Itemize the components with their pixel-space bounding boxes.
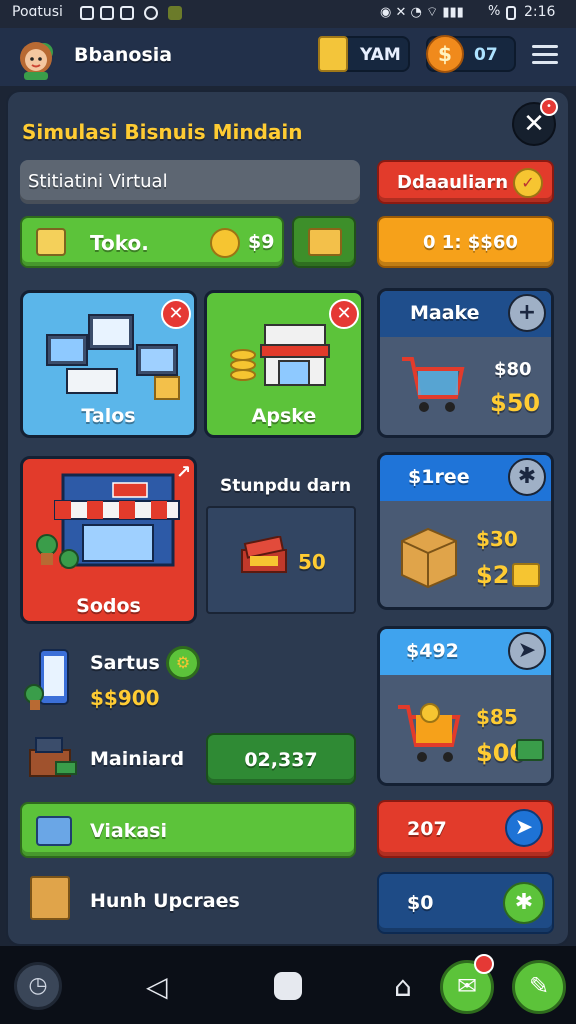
battery-icon — [506, 6, 516, 20]
side-card-price-top: $85 — [476, 705, 518, 729]
cart-icon — [402, 357, 465, 412]
plus-icon[interactable]: + — [508, 294, 546, 332]
shop-illustration — [36, 473, 180, 569]
clock-icon — [144, 6, 158, 20]
cart-coins-icon — [398, 703, 461, 762]
orange-value: 0 1: $$60 — [423, 232, 518, 253]
side-card-price-main: $50 — [490, 389, 541, 417]
side-card-price-top: $80 — [494, 359, 532, 380]
close-icon[interactable]: ✕ — [161, 299, 191, 329]
toko-label: Toko. — [90, 231, 149, 255]
mainiard-value: 02,337 — [244, 749, 318, 771]
notification-icon — [80, 6, 94, 20]
side-card-header: $492 ➤ — [380, 629, 551, 675]
side-red-button[interactable]: 207 ➤ — [377, 800, 554, 858]
side-blue-button[interactable]: $0 ✱ — [377, 872, 554, 934]
arrow-icon[interactable]: ➤ — [508, 632, 546, 670]
nav-bar: ◷ ◁ ⌂ ✉ ✎ — [0, 946, 576, 1024]
side-card-title: Maake — [410, 302, 480, 324]
side-card-title: $1ree — [408, 466, 470, 488]
apske-card[interactable]: Apske ✕ — [204, 290, 364, 438]
gold-bar-icon — [512, 563, 540, 587]
gold-value: YAM — [360, 45, 401, 65]
mainiard-value-box[interactable]: 02,337 — [206, 733, 356, 785]
cash-box-icon — [241, 536, 287, 573]
clock-time: 2:16 — [524, 4, 556, 20]
timer-icon[interactable]: ◷ — [14, 962, 62, 1010]
side-card-maake[interactable]: Maake + $80 $50 — [377, 288, 554, 438]
sodos-label: Sodos — [76, 595, 141, 617]
top-bar: Bbanosia YAM $ 07 — [0, 28, 576, 86]
close-icon[interactable]: ✕ — [329, 299, 359, 329]
notification-icon — [100, 6, 114, 20]
notification-badge — [474, 954, 494, 974]
star-icon[interactable]: ✱ — [508, 458, 546, 496]
microphone-icon[interactable]: ✎ — [512, 960, 566, 1014]
talos-label: Talos — [81, 405, 136, 427]
ddaauliarn-label: Ddaauliarn — [397, 172, 509, 193]
sartus-value: $$900 — [90, 686, 160, 710]
coin-value: 07 — [474, 45, 498, 65]
toko-button[interactable]: Toko. $9 — [20, 216, 284, 268]
check-icon: ✓ — [513, 168, 543, 198]
carrier-text: Poɑtusi — [12, 4, 63, 20]
side-card-price-top: $30 — [476, 527, 518, 551]
hunh-label: Hunh Upcraes — [90, 890, 240, 912]
player-name: Bbanosia — [74, 44, 173, 66]
subtitle-text: Stitiatini Virtual — [28, 171, 168, 192]
notification-icon — [120, 6, 134, 20]
side-card-header: $1ree ✱ — [380, 455, 551, 501]
recents-icon[interactable]: ⌂ — [394, 970, 412, 1003]
side-red-label: 207 — [407, 818, 447, 840]
side-card-1ree[interactable]: $1ree ✱ $30 $2 — [377, 452, 554, 610]
orange-value-button[interactable]: 0 1: $$60 — [377, 216, 554, 268]
apske-label: Apske — [251, 405, 317, 427]
subtitle-bar: Stitiatini Virtual — [20, 160, 360, 204]
side-card-price-main: $2 — [476, 561, 510, 589]
panel-title: Simulasi Bisnuis Mindain — [22, 120, 303, 144]
cash-register-icon — [29, 737, 77, 777]
notification-badge: • — [540, 98, 558, 116]
viakasi-button[interactable]: Viakasi — [20, 802, 356, 858]
mainiard-label: Mainiard — [90, 748, 185, 770]
viakasi-label: Viakasi — [90, 820, 167, 842]
gear-icon[interactable]: ⚙ — [166, 646, 200, 680]
coin-icon — [210, 228, 240, 258]
status-icons: ◉ ✕ ◔ ⌔ ▮▮▮ — [380, 5, 464, 20]
gold-bars-icon — [318, 36, 348, 72]
coin-counter[interactable]: $ 07 — [426, 35, 516, 73]
coin-icon: $ — [426, 35, 464, 73]
ddaauliarn-button[interactable]: Ddaauliarn ✓ — [377, 160, 554, 204]
side-card-492[interactable]: $492 ➤ $85 $00 — [377, 626, 554, 786]
arrow-icon: ↗ — [176, 462, 192, 483]
sartus-label: Sartus — [90, 652, 160, 674]
register-icon — [36, 228, 66, 256]
battery-text: % — [488, 4, 501, 19]
status-bar: Poɑtusi ◉ ✕ ◔ ⌔ ▮▮▮ % 2:16 — [0, 0, 576, 28]
stat-value: 50 — [298, 550, 326, 574]
side-card-header: Maake + — [380, 291, 551, 337]
stat-box: 50 — [206, 506, 356, 614]
talos-card[interactable]: Talos ✕ — [20, 290, 197, 438]
side-blue-label: $0 — [407, 892, 434, 914]
cash-icon — [516, 739, 544, 761]
side-card-title: $492 — [406, 640, 459, 662]
box-icon — [308, 228, 342, 256]
books-icon — [36, 816, 72, 846]
sodos-card[interactable]: Sodos — [20, 456, 197, 624]
stat-title: Stunpdu darn — [220, 476, 352, 496]
back-icon[interactable]: ◁ — [146, 970, 168, 1003]
home-icon[interactable] — [274, 972, 302, 1000]
gold-counter[interactable]: YAM — [318, 36, 410, 72]
box-button[interactable] — [292, 216, 356, 268]
app-icon — [168, 6, 182, 20]
menu-icon[interactable] — [532, 40, 558, 69]
star-icon[interactable]: ✱ — [503, 882, 545, 924]
arrow-icon[interactable]: ➤ — [505, 809, 543, 847]
toko-value: $9 — [248, 231, 275, 253]
phone-store-icon — [24, 649, 69, 710]
package-icon — [30, 876, 70, 920]
avatar[interactable] — [14, 34, 64, 80]
box-icon — [401, 527, 457, 589]
